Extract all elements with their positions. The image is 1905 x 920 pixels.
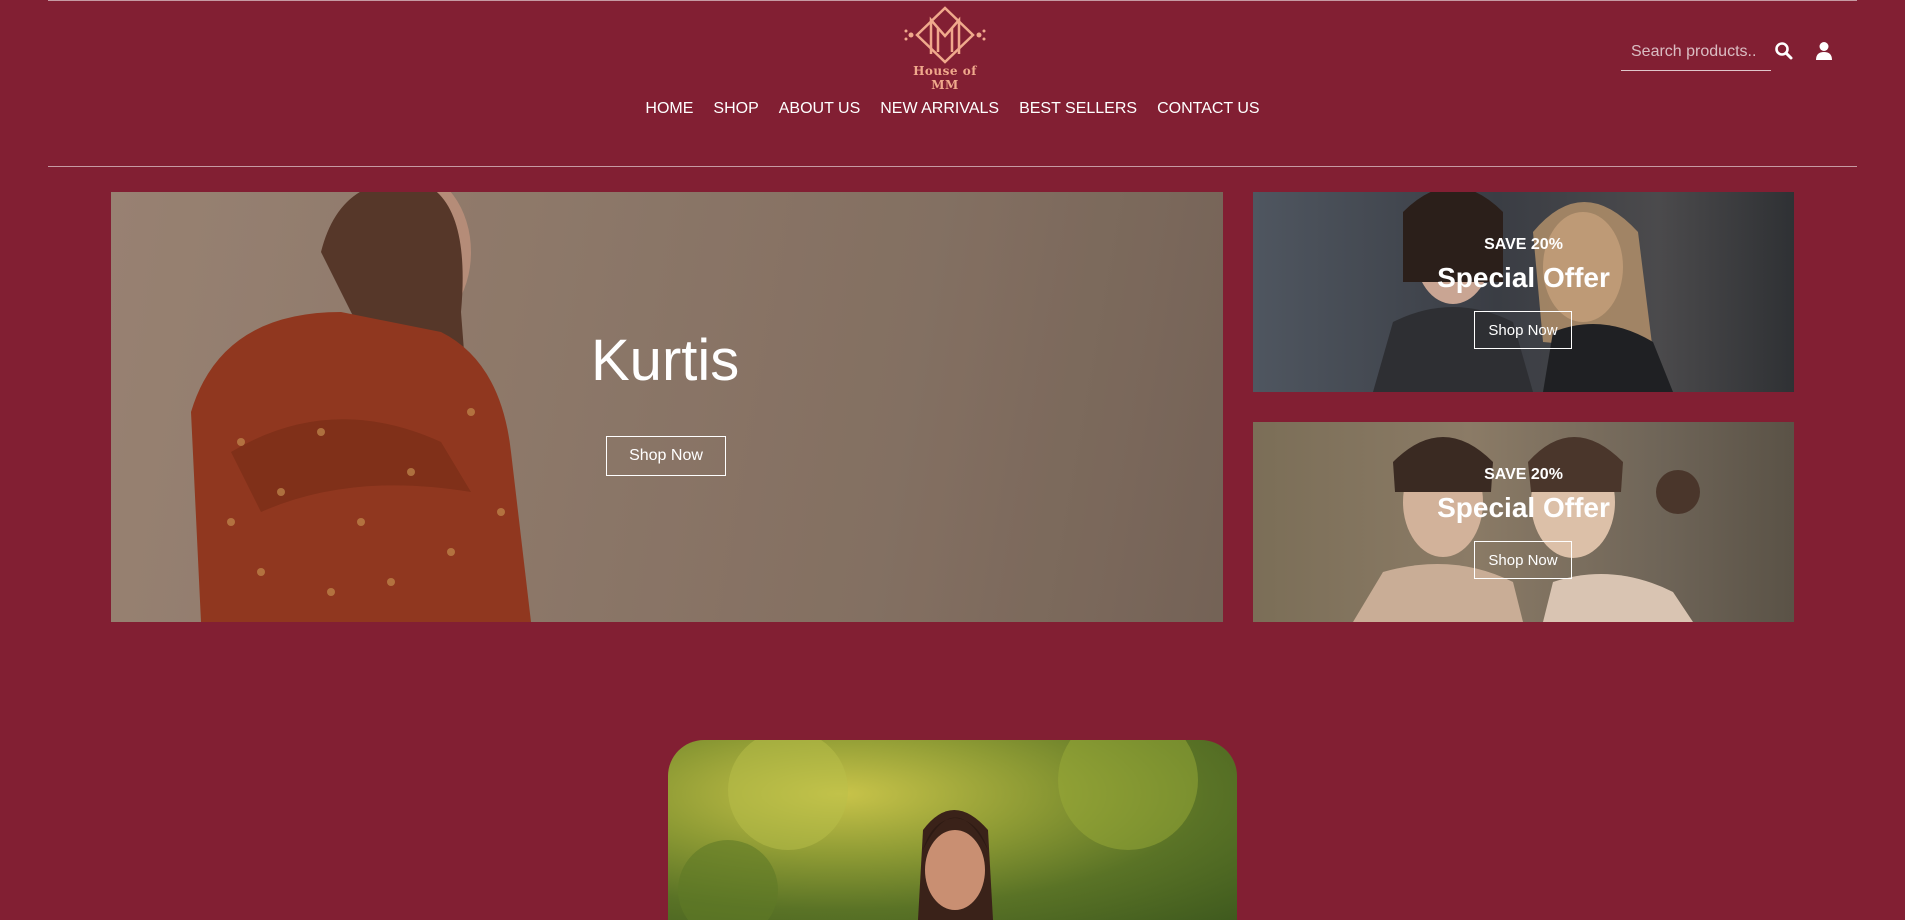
search-icon[interactable]: [1774, 41, 1794, 61]
hero-overlay: [111, 192, 1223, 622]
promo-1-kicker: SAVE 20%: [1484, 236, 1563, 253]
hero-shop-now-button[interactable]: Shop Now: [606, 436, 726, 476]
promo-card-2: SAVE 20% Special Offer Shop Now: [1253, 422, 1794, 622]
promo-2-kicker: SAVE 20%: [1484, 466, 1563, 483]
featured-model-image: [678, 740, 1198, 920]
header-top-divider: [48, 0, 1857, 1]
main-nav: HOME SHOP ABOUT US NEW ARRIVALS BEST SEL…: [0, 100, 1905, 118]
featured-image-card: [668, 740, 1237, 920]
hero-title: Kurtis: [591, 328, 740, 393]
promo-2-shop-now-button[interactable]: Shop Now: [1474, 541, 1572, 579]
nav-new-arrivals[interactable]: NEW ARRIVALS: [880, 100, 999, 118]
nav-contact-us[interactable]: CONTACT US: [1157, 100, 1260, 118]
nav-shop[interactable]: SHOP: [713, 100, 758, 118]
header-bottom-divider: [48, 166, 1857, 167]
logo-mark-icon: [904, 6, 986, 64]
user-account-icon[interactable]: [1815, 41, 1833, 61]
promo-2-title: Special Offer: [1437, 492, 1610, 523]
search-bar: [1621, 38, 1771, 71]
nav-best-sellers[interactable]: BEST SELLERS: [1019, 100, 1137, 118]
nav-about-us[interactable]: ABOUT US: [779, 100, 861, 118]
promo-1-title: Special Offer: [1437, 262, 1610, 293]
brand-logo[interactable]: House of MM: [897, 6, 993, 92]
promo-card-1: SAVE 20% Special Offer Shop Now: [1253, 192, 1794, 392]
hero-banner: Kurtis Shop Now: [111, 192, 1223, 622]
search-input[interactable]: [1621, 38, 1771, 66]
nav-home[interactable]: HOME: [645, 100, 693, 118]
promo-1-shop-now-button[interactable]: Shop Now: [1474, 311, 1572, 349]
logo-text: House of MM: [913, 64, 977, 92]
